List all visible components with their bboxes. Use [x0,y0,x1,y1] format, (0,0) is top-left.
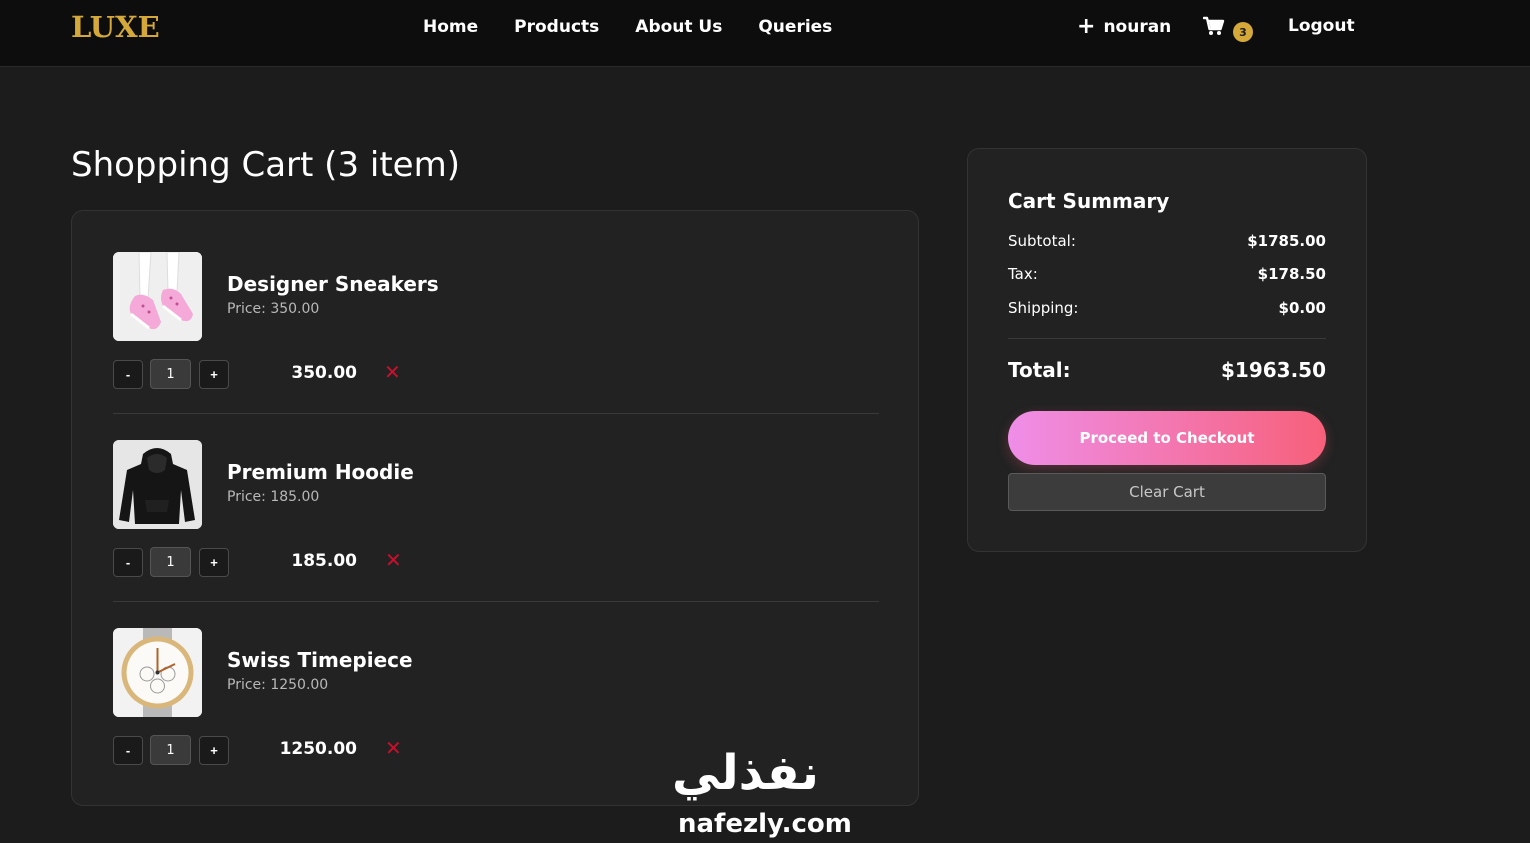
cart-item: Designer Sneakers Price: 350.00 - + 350.… [113,252,879,414]
site-watermark: نفذلي nafezly.com [660,735,870,843]
tax-row: Tax: $178.50 [1008,265,1326,283]
decrease-quantity-button[interactable]: - [113,736,143,765]
nav-link-about[interactable]: About Us [635,17,722,37]
cart-item: Premium Hoodie Price: 185.00 - + 185.00 … [113,440,879,602]
logout-link[interactable]: Logout [1288,16,1355,36]
summary-title: Cart Summary [1008,189,1170,213]
checkout-button[interactable]: Proceed to Checkout [1008,411,1326,465]
summary-divider [1008,338,1326,339]
subtotal-label: Subtotal: [1008,232,1076,250]
product-image-hoodie[interactable] [113,440,202,529]
total-row: Total: $1963.50 [1008,358,1326,382]
total-value: $1963.50 [1220,358,1326,382]
tax-value: $178.50 [1257,265,1326,283]
black-hoodie-image [113,440,202,529]
quantity-input[interactable] [150,735,191,765]
cart-link[interactable]: 3 [1202,16,1253,42]
remove-item-icon[interactable]: ✕ [384,360,401,384]
product-unit-price: Price: 185.00 [227,489,320,505]
product-image-sneakers[interactable] [113,252,202,341]
remove-item-icon[interactable]: ✕ [385,736,402,760]
shipping-row: Shipping: $0.00 [1008,299,1326,317]
product-name: Designer Sneakers [227,272,439,296]
nav-link-home[interactable]: Home [423,17,478,37]
subtotal-row: Subtotal: $1785.00 [1008,232,1326,250]
pink-sneakers-image [113,252,202,341]
cart-count-badge: 3 [1233,22,1253,42]
quantity-input[interactable] [150,547,191,577]
item-total-price: 350.00 [291,363,357,383]
cart-summary-panel: Cart Summary Subtotal: $1785.00 Tax: $17… [967,148,1367,552]
product-unit-price: Price: 350.00 [227,301,320,317]
product-name: Swiss Timepiece [227,648,413,672]
decrease-quantity-button[interactable]: - [113,548,143,577]
total-label: Total: [1008,358,1071,382]
tax-label: Tax: [1008,265,1038,283]
remove-item-icon[interactable]: ✕ [385,548,402,572]
item-total-price: 1250.00 [279,739,357,759]
plus-icon: + [1077,14,1096,39]
top-navbar: LUXE Home Products About Us Queries + no… [0,0,1530,67]
nav-link-products[interactable]: Products [514,17,599,37]
watermark-arabic-text: نفذلي [672,745,819,801]
cart-icon [1202,16,1225,35]
shipping-value: $0.00 [1278,299,1326,317]
user-menu[interactable]: + nouran [1077,16,1171,38]
product-image-watch[interactable] [113,628,202,717]
cart-items-panel: Designer Sneakers Price: 350.00 - + 350.… [71,210,919,806]
product-name: Premium Hoodie [227,460,414,484]
main-nav: Home Products About Us Queries [423,17,868,37]
brand-logo[interactable]: LUXE [71,10,160,44]
product-unit-price: Price: 1250.00 [227,677,329,693]
nav-link-queries[interactable]: Queries [758,17,832,37]
shipping-label: Shipping: [1008,299,1079,317]
watermark-url-text: nafezly.com [678,809,852,839]
clear-cart-button[interactable]: Clear Cart [1008,473,1326,511]
page-title: Shopping Cart (3 item) [71,145,460,185]
item-total-price: 185.00 [291,551,357,571]
subtotal-value: $1785.00 [1247,232,1326,250]
wristwatch-image [113,628,202,717]
decrease-quantity-button[interactable]: - [113,360,143,389]
username-label: nouran [1103,17,1172,37]
quantity-input[interactable] [150,359,191,389]
